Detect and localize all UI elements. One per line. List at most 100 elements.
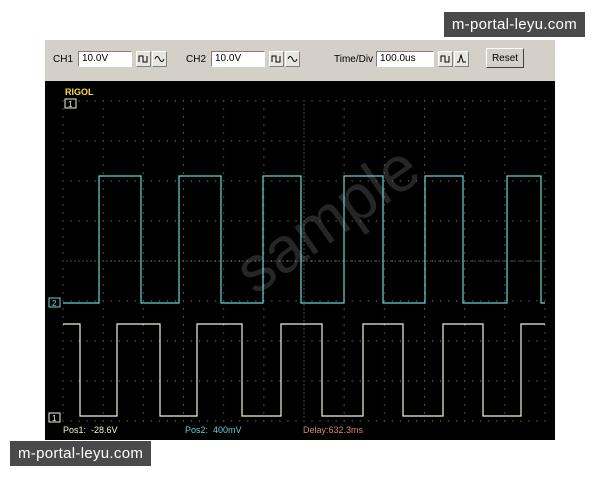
grid-dot (223, 380, 225, 382)
grid-dot (142, 420, 144, 422)
sine-wave-icon (154, 56, 165, 62)
grid-dot (319, 140, 321, 142)
grid-dot (536, 260, 538, 262)
grid-dot (415, 220, 417, 222)
grid-dot (183, 244, 184, 246)
grid-dot (383, 244, 385, 246)
grid-dot (544, 188, 546, 190)
grid-dot (223, 396, 225, 398)
grid-dot (142, 124, 144, 126)
grid-dot (464, 276, 466, 278)
grid-dot (544, 308, 546, 310)
timediv-input[interactable]: 100.0us (376, 51, 434, 67)
grid-dot (191, 420, 193, 422)
grid-dot (247, 420, 249, 422)
grid-dot (223, 228, 225, 230)
grid-dot (122, 260, 124, 262)
grid-dot (512, 100, 514, 102)
grid-dot (351, 300, 353, 302)
grid-dot (399, 260, 401, 262)
grid-dot (174, 260, 176, 262)
grid-dot (223, 276, 225, 278)
grid-dot (215, 380, 217, 382)
grid-dot (512, 420, 514, 422)
grid-dot (343, 308, 345, 310)
grid-dot (183, 132, 184, 134)
grid-dot (362, 260, 364, 262)
grid-dot (174, 340, 176, 342)
time-pulse-wave-button[interactable] (454, 51, 469, 67)
grid-dot (62, 380, 64, 382)
ch1-square-wave-button[interactable] (136, 51, 151, 67)
grid-dot (142, 172, 144, 174)
reset-button[interactable]: Reset (486, 48, 524, 68)
grid-dot (354, 260, 356, 262)
grid-dot (424, 132, 425, 134)
grid-dot (343, 364, 345, 366)
ch1-sine-wave-button[interactable] (152, 51, 167, 67)
ch2-square-wave-button[interactable] (269, 51, 284, 67)
grid-dot (191, 220, 193, 222)
grid-dot (223, 268, 225, 270)
grid-dot (166, 420, 168, 422)
grid-dot (102, 324, 104, 326)
ch1-volts-input[interactable]: 10.0V (78, 51, 132, 67)
grid-dot (102, 244, 104, 246)
grid-dot (94, 220, 96, 222)
grid-dot (424, 164, 425, 166)
grid-dot (102, 188, 104, 190)
grid-dot (126, 140, 128, 142)
grid-dot (464, 156, 466, 158)
grid-dot (102, 108, 104, 110)
grid-dot (271, 340, 273, 342)
ch2-sine-wave-button[interactable] (285, 51, 300, 67)
grid-dot (183, 252, 184, 254)
grid-dot (158, 140, 160, 142)
grid-dot (183, 420, 184, 422)
grid-dot (488, 340, 490, 342)
grid-dot (247, 340, 249, 342)
grid-dot (223, 244, 225, 246)
grid-dot (142, 388, 144, 390)
grid-dot (199, 380, 201, 382)
grid-dot (415, 100, 417, 102)
grid-dot (343, 396, 345, 398)
grid-dot (534, 260, 536, 262)
site-watermark-top: m-portal-leyu.com (443, 12, 585, 37)
grid-dot (399, 220, 401, 222)
grid-dot (544, 180, 546, 182)
grid-dot (383, 396, 385, 398)
grid-dot (472, 260, 474, 262)
grid-dot (456, 100, 458, 102)
grid-dot (86, 220, 88, 222)
ch2-volts-input[interactable]: 10.0V (211, 51, 265, 67)
grid-dot (166, 100, 168, 102)
grid-dot (383, 228, 385, 230)
grid-dot (440, 100, 442, 102)
grid-dot (303, 112, 305, 114)
grid-dot (174, 380, 176, 382)
grid-dot (496, 140, 498, 142)
grid-dot (528, 420, 530, 422)
grid-dot (215, 100, 217, 102)
grid-dot (520, 300, 522, 302)
time-square-wave-button[interactable] (438, 51, 453, 67)
grid-dot (263, 156, 265, 158)
grid-dot (367, 100, 369, 102)
grid-dot (215, 340, 217, 342)
grid-dot (351, 260, 353, 262)
grid-dot (544, 356, 546, 358)
grid-dot (78, 300, 80, 302)
grid-dot (327, 140, 329, 142)
grid-dot (86, 180, 88, 182)
grid-dot (247, 220, 249, 222)
grid-dot (440, 260, 442, 262)
grid-dot (343, 332, 345, 334)
grid-dot (464, 348, 466, 350)
grid-dot (504, 324, 506, 326)
brand-label: RIGOL (65, 87, 94, 97)
grid-dot (94, 140, 96, 142)
grid-dot (239, 340, 241, 342)
grid-dot (210, 260, 212, 262)
grid-dot (303, 148, 305, 150)
